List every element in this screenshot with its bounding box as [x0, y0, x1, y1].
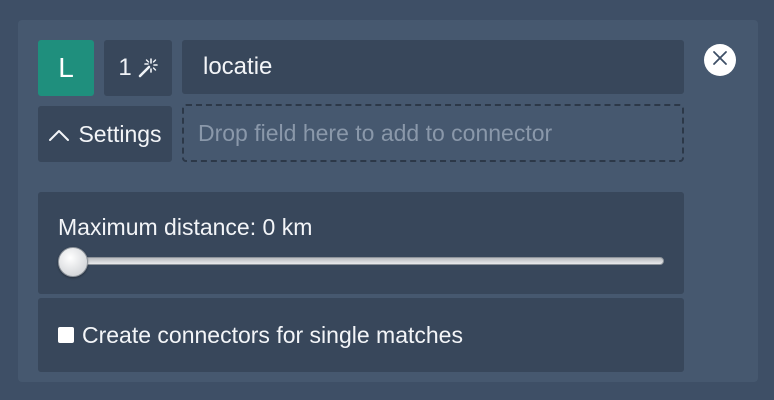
distance-slider-thumb[interactable] [58, 247, 88, 277]
connector-letter: L [58, 52, 74, 83]
chevron-up-icon [48, 121, 70, 148]
single-matches-checkbox[interactable] [58, 327, 74, 343]
maximum-distance-setting: Maximum distance: 0 km [38, 192, 684, 294]
distance-slider-track[interactable] [62, 257, 664, 265]
settings-label: Settings [78, 120, 162, 147]
connector-letter-badge: L [38, 40, 94, 96]
close-button[interactable] [704, 44, 736, 76]
connector-field-name[interactable]: locatie [182, 40, 684, 94]
close-circle-icon [712, 50, 728, 71]
field-name-text: locatie [203, 53, 273, 80]
drop-zone-placeholder: Drop field here to add to connector [198, 119, 553, 146]
match-count-button[interactable]: 1 [104, 40, 172, 96]
maximum-distance-label: Maximum distance: 0 km [58, 214, 313, 240]
field-drop-zone[interactable]: Drop field here to add to connector [182, 104, 684, 162]
single-matches-setting: Create connectors for single matches [38, 298, 684, 372]
magic-wand-icon [136, 57, 158, 79]
single-matches-label: Create connectors for single matches [82, 321, 463, 348]
match-count: 1 [118, 54, 132, 81]
settings-toggle-button[interactable]: Settings [38, 106, 172, 162]
